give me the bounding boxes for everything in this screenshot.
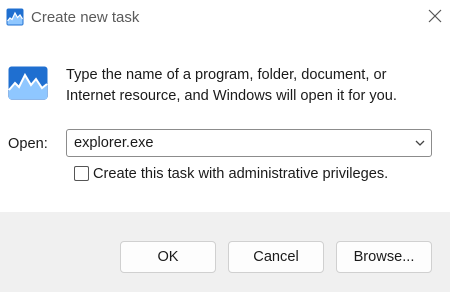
open-label: Open: xyxy=(8,136,48,152)
admin-privileges-label[interactable]: Create this task with administrative pri… xyxy=(93,165,388,183)
dialog-content: Type the name of a program, folder, docu… xyxy=(0,36,450,212)
open-input[interactable]: explorer.exe xyxy=(74,134,154,152)
chevron-down-icon[interactable] xyxy=(413,136,427,150)
ok-button[interactable]: OK xyxy=(120,241,216,273)
close-icon xyxy=(428,9,442,28)
admin-privileges-checkbox[interactable] xyxy=(74,166,89,181)
open-combobox[interactable]: explorer.exe xyxy=(66,129,432,157)
title-bar: Create new task xyxy=(0,0,450,36)
task-manager-icon xyxy=(8,66,48,100)
dialog-description: Type the name of a program, folder, docu… xyxy=(66,67,397,104)
task-manager-icon xyxy=(6,8,24,26)
button-bar: OK Cancel Browse... xyxy=(0,212,450,292)
dialog-title: Create new task xyxy=(31,9,140,26)
cancel-button[interactable]: Cancel xyxy=(228,241,324,273)
browse-button[interactable]: Browse... xyxy=(336,241,432,273)
create-new-task-dialog: Create new task Type the name of a progr… xyxy=(0,0,450,292)
close-button[interactable] xyxy=(420,0,450,36)
